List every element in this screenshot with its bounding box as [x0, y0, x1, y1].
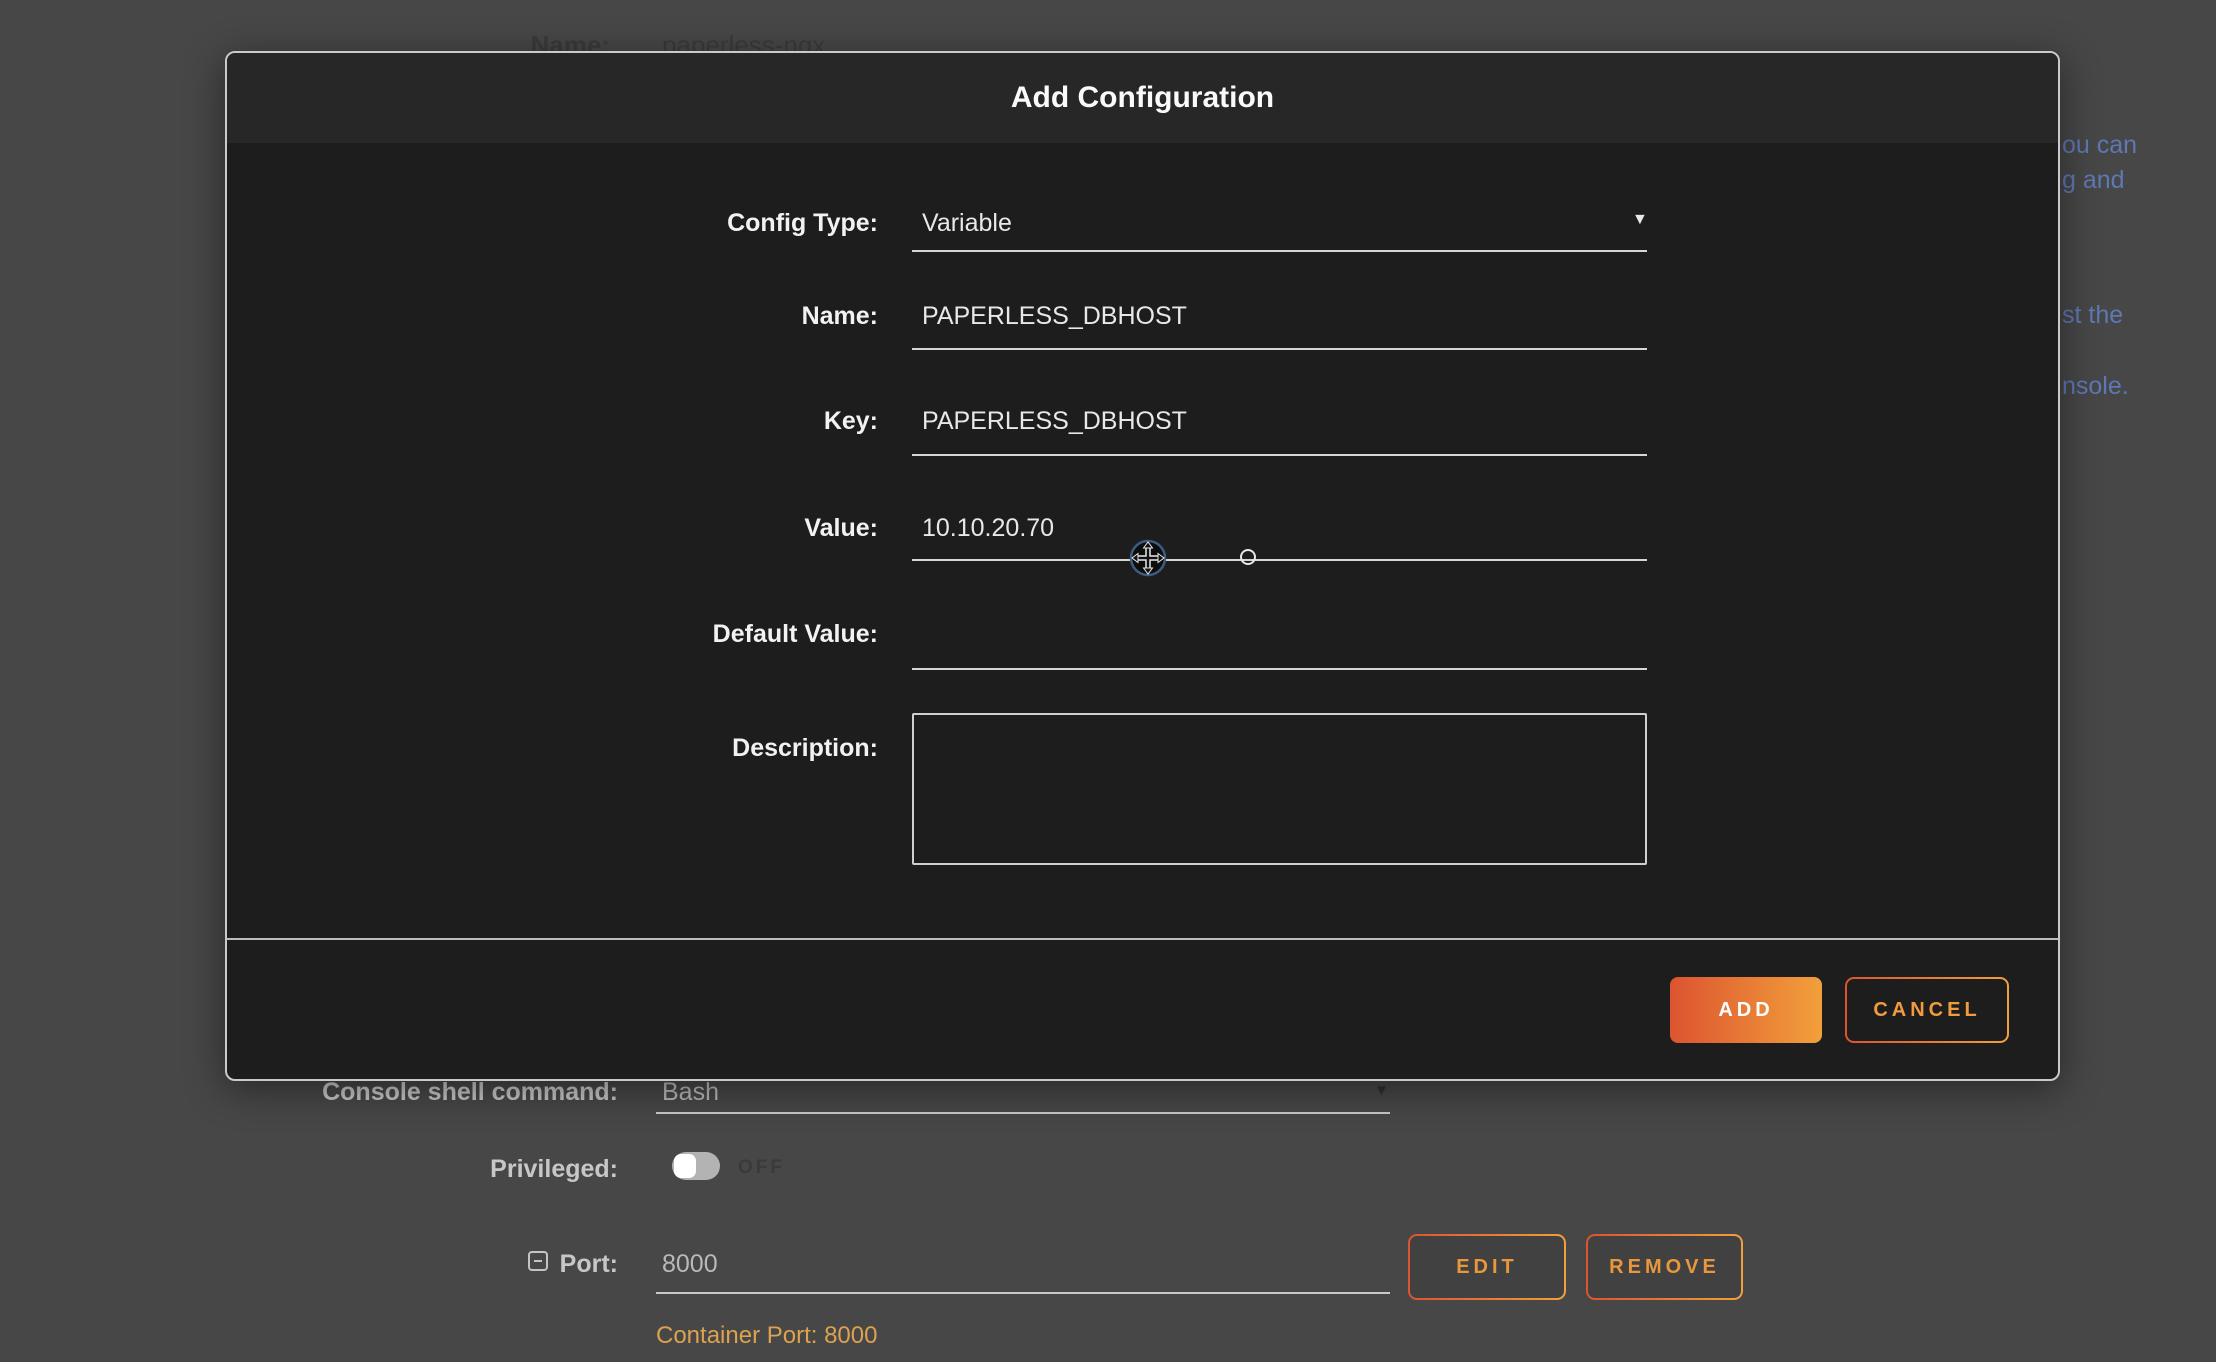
help-text-line: ou can — [2062, 131, 2137, 160]
cursor-dot-icon — [1240, 549, 1256, 565]
privileged-toggle[interactable] — [672, 1152, 720, 1180]
console-shell-underline — [656, 1112, 1390, 1114]
name-field[interactable]: PAPERLESS_DBHOST — [922, 302, 1187, 331]
container-port-note: Container Port: 8000 — [656, 1322, 877, 1350]
remove-port-button[interactable]: REMOVE — [1586, 1234, 1743, 1300]
help-text-line: st the — [2062, 301, 2123, 330]
config-type-label: Config Type: — [302, 209, 878, 238]
docker-edit-page: Name: paperless-ngx ou can g and st the … — [0, 0, 2216, 1362]
default-value-underline — [912, 668, 1647, 670]
modal-titlebar: Add Configuration — [227, 53, 2058, 143]
help-text-line: g and — [2062, 166, 2125, 195]
port-underline — [656, 1292, 1390, 1294]
toggle-knob-icon — [674, 1154, 696, 1178]
description-label: Description: — [302, 734, 878, 763]
value-field[interactable]: 10.10.20.70 — [922, 514, 1054, 543]
config-type-underline — [912, 250, 1647, 252]
console-shell-value[interactable]: Bash — [662, 1078, 719, 1107]
modal-title: Add Configuration — [227, 81, 2058, 115]
key-field[interactable]: PAPERLESS_DBHOST — [922, 407, 1187, 436]
privileged-state: OFF — [738, 1157, 785, 1179]
name-underline — [912, 348, 1647, 350]
chevron-down-icon[interactable]: ▼ — [1374, 1082, 1389, 1099]
key-underline — [912, 454, 1647, 456]
help-text-line: nsole. — [2062, 372, 2129, 401]
config-type-select[interactable]: Variable — [922, 209, 1012, 238]
default-value-label: Default Value: — [302, 620, 878, 649]
privileged-label: Privileged: — [218, 1155, 618, 1184]
console-shell-label: Console shell command: — [218, 1078, 618, 1107]
add-button[interactable]: ADD — [1670, 977, 1822, 1043]
port-label: Port: — [418, 1250, 618, 1279]
chevron-down-icon[interactable]: ▼ — [1632, 211, 1648, 229]
value-underline — [912, 559, 1647, 561]
port-value[interactable]: 8000 — [662, 1250, 718, 1279]
name-label: Name: — [302, 302, 878, 331]
key-label: Key: — [302, 407, 878, 436]
footer-separator — [227, 938, 2058, 940]
cancel-button[interactable]: CANCEL — [1845, 977, 2009, 1043]
value-label: Value: — [302, 514, 878, 543]
move-cursor-icon — [1128, 538, 1168, 578]
edit-port-button[interactable]: EDIT — [1408, 1234, 1566, 1300]
description-textarea[interactable] — [912, 713, 1647, 865]
